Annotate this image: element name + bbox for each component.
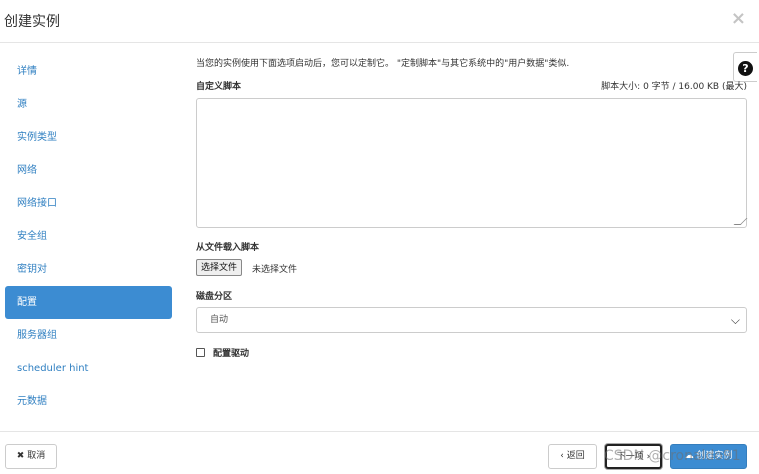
disk-partition-value: 自动 — [210, 315, 229, 325]
sidebar-item-details[interactable]: 详情 — [5, 55, 172, 88]
sidebar-item-server-groups[interactable]: 服务器组 — [5, 319, 172, 352]
sidebar-item-flavor[interactable]: 实例类型 — [5, 121, 172, 154]
close-icon[interactable]: × — [731, 8, 746, 29]
sidebar-item-network-ports[interactable]: 网络接口 — [5, 187, 172, 220]
sidebar-item-security-groups[interactable]: 安全组 — [5, 220, 172, 253]
sidebar-item-networks[interactable]: 网络 — [5, 154, 172, 187]
modal-footer: ✖ 取消 ‹ 返回 下一项 › ☁ 创建实例 — [0, 431, 759, 474]
no-file-selected-text: 未选择文件 — [252, 265, 298, 275]
disk-partition-select[interactable]: 自动 ⌵ — [196, 307, 747, 333]
custom-script-label: 自定义脚本 — [196, 82, 242, 92]
back-button[interactable]: ‹ 返回 — [548, 444, 597, 469]
custom-script-textarea[interactable] — [196, 98, 748, 228]
modal-header: 创建实例 × — [0, 0, 759, 43]
sidebar-item-key-pair[interactable]: 密钥对 — [5, 253, 172, 286]
choose-file-button[interactable]: 选择文件 — [196, 259, 243, 276]
sidebar-item-metadata[interactable]: 元数据 — [5, 385, 172, 418]
sidebar-item-configuration[interactable]: 配置 — [5, 286, 172, 319]
load-script-from-file-label: 从文件载入脚本 — [196, 243, 260, 253]
create-instance-button[interactable]: ☁ 创建实例 — [670, 444, 747, 469]
script-size-text: 脚本大小: 0 字节 / 16.00 KB (最大) — [601, 82, 747, 92]
disk-partition-label: 磁盘分区 — [196, 292, 233, 302]
wizard-sidebar: 详情 源 实例类型 网络 网络接口 安全组 密钥对 配置 服务器组 schedu… — [5, 55, 172, 418]
sidebar-item-source[interactable]: 源 — [5, 88, 172, 121]
configuration-description: 当您的实例使用下面选项启动后，您可以定制它。 "定制脚本"与其它系统中的"用户数… — [196, 59, 570, 69]
next-button[interactable]: 下一项 › — [605, 444, 662, 469]
chevron-down-icon: ⌵ — [730, 313, 740, 327]
cancel-button[interactable]: ✖ 取消 — [5, 444, 57, 469]
config-drive-label: 配置驱动 — [213, 349, 250, 359]
help-button[interactable]: ? — [733, 52, 757, 82]
config-drive-checkbox[interactable] — [196, 348, 205, 357]
sidebar-item-scheduler-hint[interactable]: scheduler hint — [5, 352, 172, 385]
modal-title: 创建实例 — [4, 14, 60, 30]
resize-handle-icon[interactable] — [733, 218, 748, 225]
question-circle-icon: ? — [738, 61, 753, 76]
